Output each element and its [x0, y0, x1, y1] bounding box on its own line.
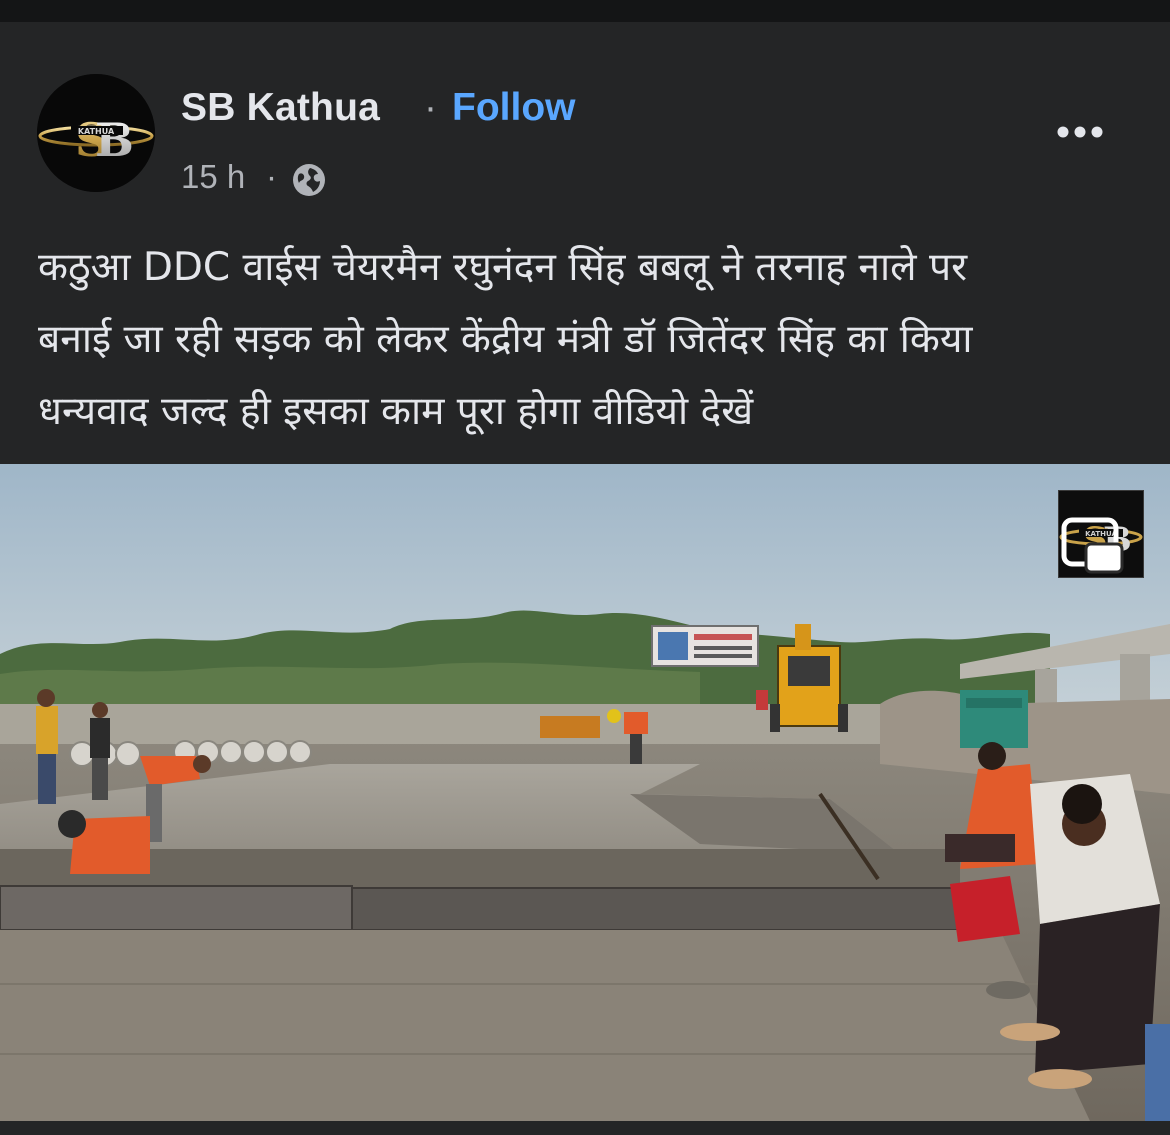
- more-horizontal-icon: [1057, 126, 1103, 138]
- sb-kathua-logo: S B KATHUA: [37, 74, 155, 192]
- post-timestamp[interactable]: 15 h: [181, 158, 245, 196]
- video-thumbnail[interactable]: [0, 464, 1170, 1121]
- picture-in-picture-button[interactable]: [1060, 514, 1126, 574]
- post-message-line: बनाई जा रही सड़क को लेकर केंद्रीय मंत्री…: [38, 317, 973, 362]
- more-options-button[interactable]: [1050, 112, 1110, 152]
- svg-text:B: B: [95, 113, 134, 167]
- page-avatar[interactable]: S B KATHUA: [37, 74, 155, 192]
- meta-separator: ·: [266, 158, 277, 195]
- construction-scene-image: [0, 464, 1170, 1121]
- name-separator: ·: [424, 86, 437, 129]
- follow-button[interactable]: Follow: [452, 86, 575, 130]
- post-message-line: कठुआ DDC वाईस चेयरमैन रघुनंदन सिंह बबलू …: [38, 245, 968, 290]
- post-message: कठुआ DDC वाईस चेयरमैन रघुनंदन सिंह बबलू …: [38, 232, 1138, 448]
- author-name[interactable]: SB Kathua: [181, 86, 380, 130]
- post-message-line: धन्यवाद जल्द ही इसका काम पूरा होगा वीडिय…: [38, 389, 754, 434]
- picture-in-picture-icon: [1061, 517, 1124, 574]
- globe-icon: [291, 162, 327, 198]
- svg-text:KATHUA: KATHUA: [78, 127, 115, 136]
- card-footer-strip: [0, 1121, 1170, 1135]
- status-strip: [0, 0, 1170, 22]
